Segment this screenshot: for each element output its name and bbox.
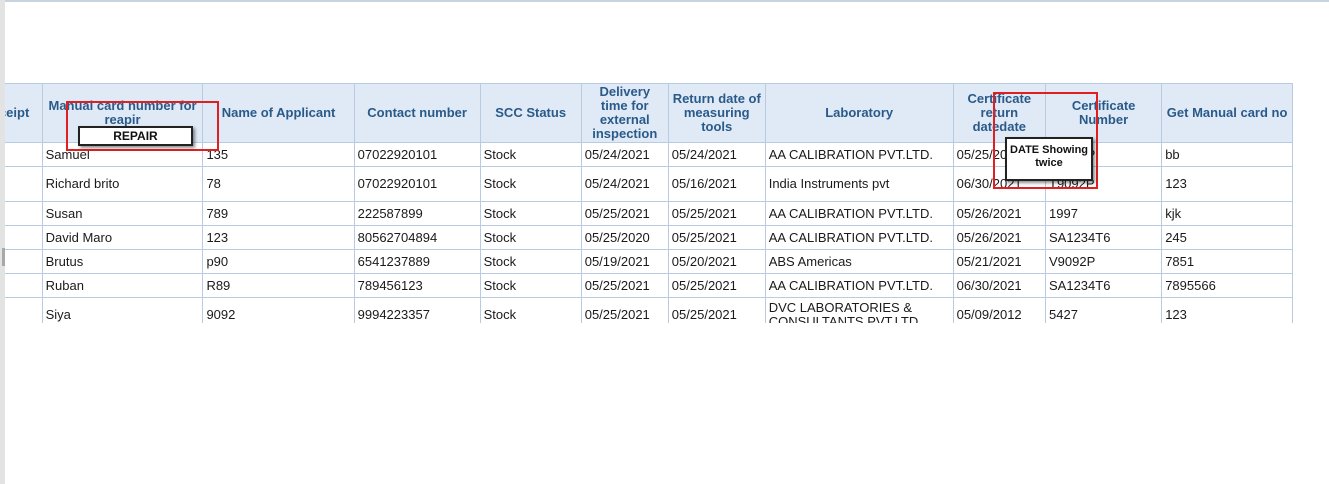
cell-receipt: 1 [5,249,43,274]
cell-contact-number: 07022920101 [353,166,481,202]
cell-scc-status: Stock [479,273,582,298]
col-header-delivery-time[interactable]: Delivery time for external inspection [580,83,669,143]
cell-manual-card-no: bb [1161,142,1293,167]
cell-return-date: 05/25/2021 [667,201,766,226]
date-duplicate-callout: DATE Showing twice [1005,137,1093,181]
cell-applicant-name: p90 [202,249,355,274]
cell-contact-number: 9994223357 [353,297,481,323]
cell-certificate-number: 5427 [1044,297,1163,323]
cell-receipt: 1 [5,225,43,250]
cell-delivery-time: 05/19/2021 [580,249,669,274]
table-row[interactable]: 1Brutusp906541237889Stock05/19/202105/20… [5,249,1293,274]
table-row[interactable]: 1Susan789222587899Stock05/25/202105/25/2… [5,201,1293,226]
cell-laboratory: AA CALIBRATION PVT.LTD. [764,142,954,167]
cell-certificate-return-date: 06/30/2021 [952,273,1047,298]
cell-delivery-time: 05/25/2020 [580,225,669,250]
cell-receipt: 1 [5,201,43,226]
cell-certificate-number: SA1234T6 [1044,273,1163,298]
cell-delivery-time: 05/24/2021 [580,142,669,167]
cell-contact-number: 222587899 [353,201,481,226]
cell-delivery-time: 05/24/2021 [580,166,669,202]
col-header-laboratory[interactable]: Laboratory [764,83,954,143]
cell-laboratory: ABS Americas [764,249,954,274]
cell-applicant-name: 135 [202,142,355,167]
cell-certificate-return-date: 05/21/2021 [952,249,1047,274]
col-header-return-date[interactable]: Return date of measuring tools [667,83,766,143]
col-header-scc-status[interactable]: SCC Status [479,83,582,143]
cell-delivery-time: 05/25/2021 [580,297,669,323]
cell-manual-card-no: kjk [1161,201,1293,226]
cell-return-date: 05/24/2021 [667,142,766,167]
cell-receipt: 1 [5,142,43,167]
cell-applicant-name: R89 [202,273,355,298]
cell-scc-status: Stock [479,142,582,167]
cell-delivery-time: 05/25/2021 [580,201,669,226]
cell-return-date: 05/16/2021 [667,166,766,202]
cell-scc-status: Stock [479,225,582,250]
cell-applicant-name: 9092 [202,297,355,323]
col-header-get-manual-card-no[interactable]: Get Manual card no [1161,83,1293,143]
col-header-contact-number[interactable]: Contact number [353,83,481,143]
cell-manual-card-number: David Maro [41,225,204,250]
cell-laboratory: AA CALIBRATION PVT.LTD. [764,273,954,298]
cell-receipt: 1 [5,297,43,323]
cell-laboratory: India Instruments pvt [764,166,954,202]
cell-laboratory: AA CALIBRATION PVT.LTD. [764,225,954,250]
cell-scc-status: Stock [479,297,582,323]
cell-applicant-name: 789 [202,201,355,226]
table-row[interactable]: 1RubanR89789456123Stock05/25/202105/25/2… [5,273,1293,298]
repair-callout-label: REPAIR [78,126,193,146]
cell-certificate-return-date: 05/09/2012 [952,297,1047,323]
cell-certificate-number: SA1234T6 [1044,225,1163,250]
cell-contact-number: 07022920101 [353,142,481,167]
cell-receipt: 1 [5,273,43,298]
cell-contact-number: 789456123 [353,273,481,298]
cell-return-date: 05/20/2021 [667,249,766,274]
cell-manual-card-no: 245 [1161,225,1293,250]
top-divider [5,0,1329,2]
cell-manual-card-no: 123 [1161,166,1293,202]
cell-return-date: 05/25/2021 [667,273,766,298]
cell-manual-card-no: 123 [1161,297,1293,323]
cell-manual-card-number: Brutus [41,249,204,274]
cell-return-date: 05/25/2021 [667,297,766,323]
cell-applicant-name: 78 [202,166,355,202]
cell-certificate-number: V9092P [1044,249,1163,274]
cell-manual-card-number: Richard brito [41,166,204,202]
col-header-name-of-applicant[interactable]: Name of Applicant [202,83,355,143]
cell-manual-card-no: 7851 [1161,249,1293,274]
cell-contact-number: 6541237889 [353,249,481,274]
cell-contact-number: 80562704894 [353,225,481,250]
cell-applicant-name: 123 [202,225,355,250]
table-row[interactable]: 1David Maro12380562704894Stock05/25/2020… [5,225,1293,250]
cell-certificate-number: 1997 [1044,201,1163,226]
table-row[interactable]: 1Richard brito7807022920101Stock05/24/20… [5,166,1293,202]
cell-delivery-time: 05/25/2021 [580,273,669,298]
col-header-receipt[interactable]: Receipt [5,83,43,143]
cell-manual-card-number: Susan [41,201,204,226]
table-row[interactable]: 1Siya90929994223357Stock05/25/202105/25/… [5,297,1293,323]
cell-scc-status: Stock [479,201,582,226]
cell-laboratory: DVC LABORATORIES & CONSULTANTS PVT.LTD [764,297,954,323]
cell-return-date: 05/25/2021 [667,225,766,250]
cell-manual-card-number: Ruban [41,273,204,298]
cell-certificate-return-date: 05/26/2021 [952,201,1047,226]
cell-laboratory: AA CALIBRATION PVT.LTD. [764,201,954,226]
cell-scc-status: Stock [479,166,582,202]
cell-manual-card-no: 7895566 [1161,273,1293,298]
cell-receipt: 1 [5,166,43,202]
cell-manual-card-number: Siya [41,297,204,323]
cell-scc-status: Stock [479,249,582,274]
cell-certificate-return-date: 05/26/2021 [952,225,1047,250]
